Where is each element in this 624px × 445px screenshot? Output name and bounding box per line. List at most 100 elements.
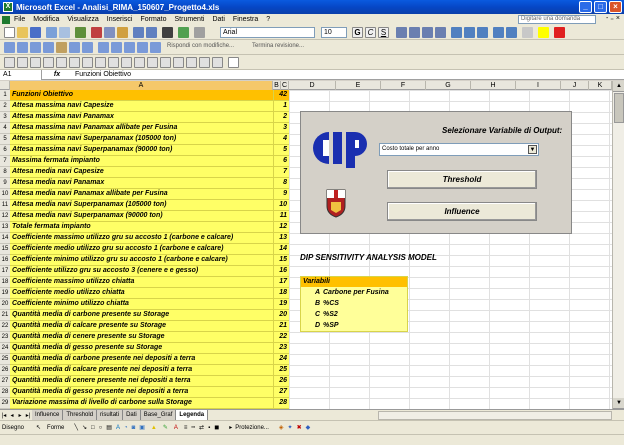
name-box[interactable]: A1 (0, 69, 42, 80)
menu-inserisci[interactable]: Inserisci (107, 16, 133, 23)
row-header[interactable]: 5 (0, 134, 10, 145)
font-color-icon[interactable] (554, 27, 565, 38)
row-header[interactable]: 28 (0, 387, 10, 398)
row-header[interactable]: 6 (0, 145, 10, 156)
cell-label[interactable]: Attesa massima navi Capesize (10, 101, 273, 112)
italic-icon[interactable]: C (365, 27, 376, 38)
cell-value[interactable]: 11 (273, 211, 289, 222)
horizontal-scrollbar[interactable] (378, 411, 612, 420)
font-size-select[interactable]: 10 (321, 27, 347, 38)
redo-icon[interactable] (146, 27, 157, 38)
column-header-g[interactable]: G (426, 81, 471, 90)
cell-label[interactable]: Attesa massima navi Panamax allibate per… (10, 123, 273, 134)
spinner-tool-icon[interactable] (147, 57, 158, 68)
next-sheet-icon[interactable]: ▸ (16, 412, 24, 419)
row-header[interactable]: 1 (0, 90, 10, 101)
column-header-k[interactable]: K (589, 81, 612, 90)
column-header-h[interactable]: H (471, 81, 516, 90)
paste-icon[interactable] (117, 27, 128, 38)
cell-value[interactable]: 14 (273, 244, 289, 255)
cell-value[interactable]: 28 (273, 398, 289, 409)
autoshapes-button[interactable]: Forme (47, 425, 64, 431)
cell-label[interactable]: Quantità media di carbone presente su St… (10, 310, 273, 321)
review-icon-11[interactable] (137, 42, 148, 53)
cell-label[interactable]: Attesa massima navi Superpanamax (90000 … (10, 145, 273, 156)
cell-value[interactable]: 24 (273, 354, 289, 365)
row-header[interactable]: 10 (0, 189, 10, 200)
autosum-icon[interactable] (162, 27, 173, 38)
align-left-icon[interactable] (396, 27, 407, 38)
tab-influence[interactable]: Influence (32, 409, 64, 421)
borders-icon[interactable] (522, 27, 533, 38)
cell-label[interactable]: Coefficiente medio utilizzo chiatta (10, 288, 273, 299)
column-header-d[interactable]: D (289, 81, 336, 90)
code-tool-icon[interactable] (173, 57, 184, 68)
cell-label[interactable]: Coefficiente utilizzo gru su accosto 3 (… (10, 266, 273, 277)
cell-label[interactable]: Coefficiente minimo utilizzo chiatta (10, 299, 273, 310)
cell-label[interactable]: Quantità media di cenere presente su Sto… (10, 332, 273, 343)
cut-icon[interactable] (91, 27, 102, 38)
clipart-icon[interactable]: ◙ (132, 425, 136, 431)
scroll-down-icon[interactable]: ▼ (613, 398, 624, 409)
fill-color-icon[interactable] (538, 27, 549, 38)
scroll-thumb[interactable] (614, 93, 624, 123)
align-right-icon[interactable] (422, 27, 433, 38)
align-center-icon[interactable] (409, 27, 420, 38)
cell-label[interactable]: Attesa media navi Superpanamax (90000 to… (10, 211, 273, 222)
column-header-i[interactable]: I (516, 81, 561, 90)
editbox-tool-icon[interactable] (17, 57, 28, 68)
protect-sheet-icon[interactable]: ◈ (279, 424, 284, 431)
cell-label[interactable]: Coefficiente massimo utilizzo gru su acc… (10, 233, 273, 244)
last-sheet-icon[interactable]: ▸| (24, 412, 32, 419)
cell-label[interactable]: Attesa media navi Panamax allibate per F… (10, 189, 273, 200)
review-icon-12[interactable] (150, 42, 161, 53)
row-header[interactable]: 16 (0, 255, 10, 266)
menu-file[interactable]: File (14, 16, 25, 23)
allow-users-icon[interactable]: ✦ (288, 424, 293, 431)
review-icon-3[interactable] (30, 42, 41, 53)
run-tool-icon[interactable] (199, 57, 210, 68)
review-icon-10[interactable] (124, 42, 135, 53)
vertical-scrollbar[interactable]: ▲ ▼ (612, 81, 624, 409)
row-header[interactable]: 18 (0, 277, 10, 288)
tab-threshold[interactable]: Threshold (63, 409, 98, 421)
cell-value[interactable]: 1 (273, 101, 289, 112)
cell-label[interactable]: Quantità media di calcare presente nei d… (10, 365, 273, 376)
row-header[interactable]: 19 (0, 288, 10, 299)
row-header[interactable]: 24 (0, 343, 10, 354)
cell-value[interactable]: 2 (273, 112, 289, 123)
cell-label[interactable]: Totale fermata impianto (10, 222, 273, 233)
review-icon-9[interactable] (111, 42, 122, 53)
row-header[interactable]: 12 (0, 211, 10, 222)
protection-button[interactable]: Protezione... (235, 425, 269, 431)
column-header-e[interactable]: E (336, 81, 381, 90)
menu-dati[interactable]: Dati (212, 16, 224, 23)
tab-base-graf[interactable]: Base_Graf (140, 409, 177, 421)
close-button[interactable]: × (609, 1, 622, 13)
cell-header-value[interactable]: 42 (273, 90, 289, 101)
cell-value[interactable]: 10 (273, 200, 289, 211)
threshold-button[interactable]: Threshold (387, 170, 537, 189)
cell-label[interactable]: Attesa media navi Panamax (10, 178, 273, 189)
row-header[interactable]: 11 (0, 200, 10, 211)
cell-label[interactable]: Coefficiente minimo utilizzo gru su acco… (10, 255, 273, 266)
outdent-icon[interactable] (506, 27, 517, 38)
cell-value[interactable]: 26 (273, 376, 289, 387)
menu-visualizza[interactable]: Visualizza (67, 16, 98, 23)
prev-sheet-icon[interactable]: ◂ (8, 412, 16, 419)
cell-value[interactable]: 18 (273, 288, 289, 299)
end-review-button[interactable]: Termina revisione... (252, 43, 304, 49)
cell-value[interactable]: 22 (273, 332, 289, 343)
font-name-select[interactable]: Arial (220, 27, 315, 38)
row-header[interactable]: 7 (0, 156, 10, 167)
cell-label[interactable]: Variazione massima di livello di carbone… (10, 398, 273, 409)
combodrop-tool-icon[interactable] (121, 57, 132, 68)
label-tool-icon[interactable] (4, 57, 15, 68)
row-header[interactable]: 4 (0, 123, 10, 134)
column-header-a[interactable]: A (10, 81, 273, 90)
row-header[interactable]: 17 (0, 266, 10, 277)
cell-label[interactable]: Quantità media di gesso presente su Stor… (10, 343, 273, 354)
combolist-tool-icon[interactable] (108, 57, 119, 68)
chevron-down-icon[interactable]: ▼ (528, 145, 537, 154)
row-header[interactable]: 27 (0, 376, 10, 387)
